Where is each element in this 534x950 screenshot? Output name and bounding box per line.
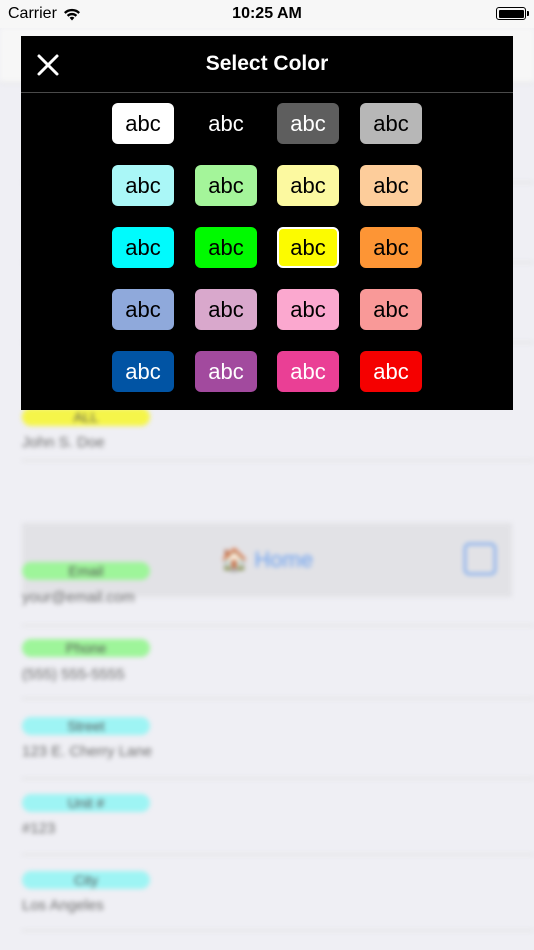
- field-tag[interactable]: Phone: [22, 639, 150, 657]
- color-swatch[interactable]: abc: [195, 165, 257, 206]
- color-swatch[interactable]: abc: [277, 227, 339, 268]
- color-swatch[interactable]: abc: [112, 227, 174, 268]
- separator-line: [22, 698, 534, 699]
- status-bar: Carrier 10:25 AM: [0, 0, 534, 28]
- separator-line: [22, 930, 534, 931]
- home-card[interactable]: 🏠 Home: [22, 523, 512, 597]
- color-swatch[interactable]: abc: [195, 289, 257, 330]
- field-value[interactable]: 123 E. Cherry Lane: [22, 743, 152, 760]
- battery-icon: [496, 7, 529, 20]
- field-value[interactable]: your@email.com: [22, 589, 135, 606]
- modal-header: Select Color: [21, 36, 513, 93]
- field-value[interactable]: (555) 555-5555: [22, 666, 125, 683]
- color-swatch[interactable]: abc: [360, 103, 422, 144]
- field-value[interactable]: #123: [22, 820, 55, 837]
- color-swatch[interactable]: abc: [277, 165, 339, 206]
- modal-title: Select Color: [205, 52, 329, 75]
- color-swatch[interactable]: abc: [277, 289, 339, 330]
- field-tag[interactable]: City: [22, 871, 150, 889]
- field-value[interactable]: John S. Doe: [22, 434, 105, 451]
- separator-line: [22, 778, 534, 779]
- field-tag[interactable]: Street: [22, 717, 150, 735]
- field-tag[interactable]: Unit #: [22, 794, 150, 812]
- color-swatch[interactable]: abc: [112, 351, 174, 392]
- field-tag[interactable]: Email: [22, 562, 150, 580]
- color-swatch[interactable]: abc: [360, 289, 422, 330]
- separator-line: [22, 854, 534, 855]
- status-time: 10:25 AM: [232, 5, 302, 22]
- color-swatch[interactable]: abc: [277, 351, 339, 392]
- color-swatch[interactable]: abc: [112, 103, 174, 144]
- color-swatch[interactable]: abc: [360, 227, 422, 268]
- separator-line: [22, 460, 534, 461]
- color-swatch[interactable]: abc: [195, 351, 257, 392]
- color-swatch[interactable]: abc: [360, 165, 422, 206]
- field-value[interactable]: Los Angeles: [22, 897, 104, 914]
- color-swatch[interactable]: abc: [112, 165, 174, 206]
- color-swatch[interactable]: abc: [360, 351, 422, 392]
- color-swatch[interactable]: abc: [195, 227, 257, 268]
- color-swatch[interactable]: abc: [277, 103, 339, 144]
- select-color-modal: Select Color abc abc abc abc abc abc abc abc abc…: [21, 36, 513, 410]
- color-swatch[interactable]: abc: [112, 289, 174, 330]
- edit-icon[interactable]: [464, 543, 496, 575]
- color-swatch[interactable]: abc: [195, 103, 257, 144]
- field-tag[interactable]: ALL: [22, 408, 150, 426]
- separator-line: [22, 625, 534, 626]
